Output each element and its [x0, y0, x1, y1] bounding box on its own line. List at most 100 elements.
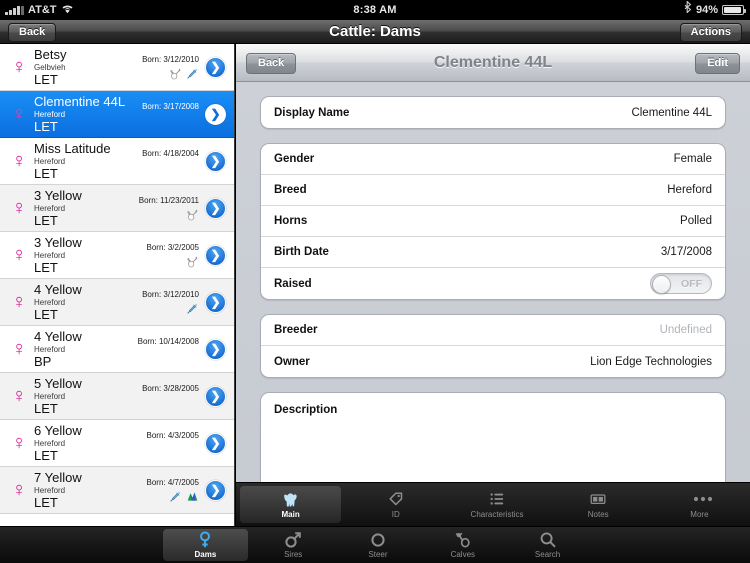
tab-icon-wrapper — [369, 530, 387, 550]
female-symbol-icon: ♀ — [11, 291, 27, 313]
female-symbol-icon: ♀ — [11, 103, 27, 125]
chevron-right-icon[interactable]: ❯ — [205, 197, 226, 219]
description-label: Description — [274, 404, 338, 416]
field-label: Breeder — [274, 324, 318, 336]
animal-name: Clementine 44L — [34, 93, 126, 109]
row-text-block: 3 Yellow Hereford LET — [32, 188, 139, 228]
chevron-right-icon[interactable]: ❯ — [205, 432, 226, 454]
edit-button[interactable]: Edit — [695, 53, 740, 74]
field-label: Gender — [274, 153, 315, 165]
table-row[interactable]: ♀ 3 Yellow Hereford LET Born: 11/23/2011 ❯ — [0, 185, 234, 232]
row-status-icons — [169, 489, 199, 503]
field-label: Display Name — [274, 106, 350, 119]
row-text-block: 4 Yellow Hereford LET — [32, 281, 142, 322]
row-text-block: Betsy Gelbvieh LET — [32, 46, 142, 87]
birth-date-label: Born: 4/3/2005 — [146, 431, 199, 440]
row-meta-block: Born: 4/7/2005 — [147, 467, 199, 513]
notes-icon — [590, 491, 606, 507]
raised-toggle[interactable]: OFF — [650, 273, 712, 294]
female-symbol-icon: ♀ — [11, 150, 27, 172]
table-row[interactable]: ♀ Clementine 44L Hereford LET Born: 3/17/200… — [0, 91, 234, 138]
table-row[interactable]: ♀ Miss Latitude Hereford LET Born: 4/18/2004… — [0, 138, 234, 185]
chevron-right-icon[interactable]: ❯ — [205, 385, 226, 407]
female-symbol-icon: ♀ — [11, 385, 27, 407]
table-row[interactable]: ♀ 4 Yellow Hereford BP Born: 10/14/2008 ❯ — [0, 326, 234, 373]
field-value: Undefined — [659, 324, 712, 336]
actions-button[interactable]: Actions — [679, 23, 742, 42]
detail-navigation-bar: Back Clementine 44L Edit — [236, 44, 750, 82]
main-tab-search[interactable]: Search — [505, 527, 590, 563]
birth-date-label: Born: 3/2/2005 — [146, 243, 199, 252]
field-row-horns[interactable]: Horns Polled — [261, 206, 725, 237]
main-tab-steer[interactable]: Steer — [336, 527, 421, 563]
detail-tab-notes[interactable]: Notes — [548, 483, 649, 526]
main-tab-dams[interactable]: Dams — [163, 529, 248, 561]
tab-icon-wrapper — [280, 490, 301, 509]
birth-date-label: Born: 4/18/2004 — [142, 149, 199, 158]
detail-tab-bar[interactable]: Main ID Characteristics Notes More — [236, 482, 750, 526]
animal-breed: Hereford — [34, 156, 66, 166]
tab-icon-wrapper — [489, 490, 505, 509]
row-meta-block: Born: 10/14/2008 — [138, 326, 199, 372]
table-row[interactable]: ♀ 6 Yellow Hereford LET Born: 4/3/2005 ❯ — [0, 420, 234, 467]
birth-date-label: Born: 3/12/2010 — [142, 290, 199, 299]
main-tab-calves[interactable]: Calves — [420, 527, 505, 563]
back-button[interactable]: Back — [8, 23, 57, 42]
chevron-right-icon[interactable]: ❯ — [205, 338, 226, 360]
detail-tab-characteristics[interactable]: Characteristics — [446, 483, 547, 526]
field-value: Lion Edge Technologies — [590, 355, 712, 368]
detail-back-button[interactable]: Back — [246, 53, 297, 74]
attributes-card: Gender Female Breed Hereford Horns Polle… — [260, 143, 726, 300]
field-row-raised[interactable]: Raised OFF — [261, 268, 725, 299]
description-card[interactable]: Description — [260, 392, 726, 496]
chevron-right-icon[interactable]: ❯ — [205, 244, 226, 266]
tag-icon — [388, 491, 404, 507]
female-symbol-icon: ♀ — [11, 56, 27, 78]
birth-date-label: Born: 11/23/2011 — [138, 196, 199, 205]
table-row[interactable]: ♀ 3 Yellow Hereford LET Born: 3/2/2005 ❯ — [0, 232, 234, 279]
birth-date-label: Born: 3/12/2010 — [142, 55, 199, 64]
table-row[interactable]: ♀ 5 Yellow Hereford LET Born: 3/28/2005 ❯ — [0, 373, 234, 420]
list-icon — [489, 491, 505, 507]
animal-breed: Hereford — [34, 344, 66, 354]
chevron-right-icon[interactable]: ❯ — [205, 103, 226, 125]
cattle-list[interactable]: ♀ Betsy Gelbvieh LET Born: 3/12/2010 ❯ ♀ Clemen… — [0, 44, 235, 526]
animal-name: 4 Yellow — [34, 328, 82, 344]
animal-name: 4 Yellow — [34, 281, 82, 297]
animal-tag: LET — [34, 447, 58, 463]
clock: 8:38 AM — [353, 4, 397, 16]
tab-label: ID — [391, 509, 400, 519]
field-row-birth-date[interactable]: Birth Date 3/17/2008 — [261, 237, 725, 268]
row-text-block: Miss Latitude Hereford LET — [32, 140, 142, 181]
table-row[interactable]: ♀ 7 Yellow Hereford LET Born: 4/7/2005 ❯ — [0, 467, 234, 514]
animal-name: Betsy — [34, 46, 67, 62]
field-row-gender[interactable]: Gender Female — [261, 144, 725, 175]
female-symbol-icon — [196, 531, 214, 549]
signal-bars-icon — [5, 5, 24, 15]
chevron-right-icon[interactable]: ❯ — [205, 150, 226, 172]
table-row[interactable]: ♀ Betsy Gelbvieh LET Born: 3/12/2010 ❯ — [0, 44, 234, 91]
row-meta-block: Born: 4/3/2005 — [147, 420, 199, 466]
female-symbol-icon: ♀ — [11, 432, 27, 454]
field-row-display-name[interactable]: Display Name Clementine 44L — [261, 97, 725, 128]
chevron-right-icon[interactable]: ❯ — [205, 56, 226, 78]
main-tab-bar[interactable]: Dams Sires Steer Calves Search — [0, 526, 750, 563]
tab-icon-wrapper — [284, 530, 302, 550]
detail-tab-main[interactable]: Main — [240, 486, 342, 523]
table-row[interactable]: ♀ 4 Yellow Hereford LET Born: 3/12/2010 ❯ — [0, 279, 234, 326]
main-tab-sires[interactable]: Sires — [251, 527, 336, 563]
chevron-right-icon[interactable]: ❯ — [205, 291, 226, 313]
field-row-breeder[interactable]: Breeder Undefined — [261, 315, 725, 346]
field-row-owner[interactable]: Owner Lion Edge Technologies — [261, 346, 725, 377]
animal-name: 6 Yellow — [34, 422, 82, 438]
tab-icon-wrapper — [590, 490, 606, 509]
chevron-right-icon[interactable]: ❯ — [205, 479, 226, 501]
field-row-breed[interactable]: Breed Hereford — [261, 175, 725, 206]
detail-tab-more[interactable]: More — [649, 483, 750, 526]
birth-date-label: Born: 10/14/2008 — [137, 337, 199, 346]
animal-tag: LET — [34, 165, 58, 181]
animal-tag: LET — [34, 259, 58, 275]
detail-tab-id[interactable]: ID — [345, 483, 446, 526]
tab-label: Sires — [284, 550, 303, 559]
animal-name: Miss Latitude — [34, 140, 111, 156]
